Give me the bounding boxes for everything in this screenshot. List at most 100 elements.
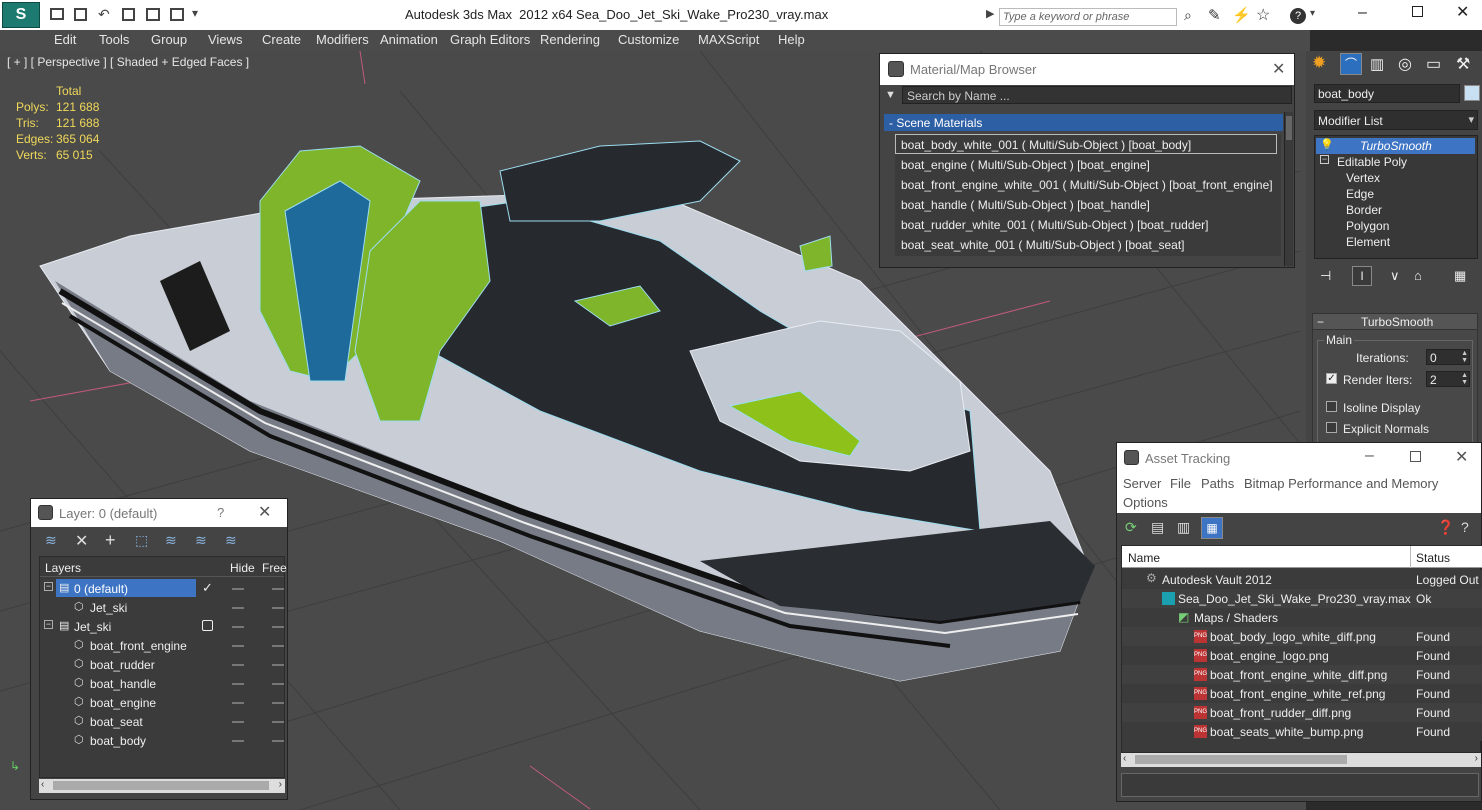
layer-row-jetski[interactable]: − ▤ Jet_ski [40, 617, 284, 636]
hide-toggle[interactable] [232, 645, 244, 647]
close-icon[interactable]: ✕ [1455, 447, 1468, 467]
freeze-toggle[interactable] [272, 664, 284, 666]
maximize-icon[interactable] [1412, 6, 1423, 17]
explicit-normals-checkbox[interactable] [1326, 422, 1337, 433]
stack-subitem-border[interactable]: Border [1316, 202, 1475, 218]
object-color-swatch[interactable] [1464, 85, 1480, 101]
hide-toggle[interactable] [232, 664, 244, 666]
motion-tab-icon[interactable]: ◎ [1398, 54, 1412, 74]
browser-options-icon[interactable]: ▼ [885, 89, 896, 101]
hide-toggle[interactable] [232, 626, 244, 628]
undo-icon[interactable]: ↶ [98, 6, 110, 23]
menu-help[interactable]: Help [778, 32, 805, 47]
freeze-toggle[interactable] [272, 721, 284, 723]
stack-subitem-edge[interactable]: Edge [1316, 186, 1475, 202]
stack-item-editable-poly[interactable]: − Editable Poly [1316, 154, 1475, 170]
close-icon[interactable]: ✕ [1272, 59, 1285, 79]
scroll-right-icon[interactable]: › [279, 779, 282, 790]
table-view-icon[interactable]: ▦ [1201, 517, 1223, 539]
iterations-spinner[interactable]: 0 ▲ ▼ [1426, 349, 1470, 365]
scroll-thumb[interactable] [1135, 755, 1347, 764]
asset-row[interactable]: PNG boat_engine_logo.png Found [1122, 646, 1482, 665]
menu-paths[interactable]: Paths [1201, 476, 1234, 491]
list-view-icon[interactable]: ▤ [1151, 519, 1164, 536]
menu-file[interactable]: File [1170, 476, 1191, 491]
maximize-icon[interactable] [1410, 451, 1421, 462]
asset-row[interactable]: ◩ Maps / Shaders [1122, 608, 1482, 627]
freeze-toggle[interactable] [272, 645, 284, 647]
render-iters-spinner[interactable]: 2 ▲ ▼ [1426, 371, 1470, 387]
highlight-layer-icon[interactable]: ≋ [165, 532, 177, 549]
material-item[interactable]: boat_front_engine_white_001 ( Multi/Sub-… [895, 174, 1277, 194]
material-item[interactable]: boat_rudder_white_001 ( Multi/Sub-Object… [895, 214, 1277, 234]
asset-row[interactable]: PNG boat_front_engine_white_diff.png Fou… [1122, 665, 1482, 684]
remove-modifier-icon[interactable]: ⌂ [1414, 268, 1422, 283]
layer-row-default[interactable]: − ▤ 0 (default) ✓ [40, 579, 284, 598]
menu-animation[interactable]: Animation [380, 32, 438, 47]
add-to-layer-icon[interactable]: + [105, 530, 116, 551]
hide-toggle[interactable] [232, 683, 244, 685]
freeze-all-icon[interactable]: ≋ [225, 532, 237, 549]
modifier-list-dropdown[interactable]: Modifier List ▾ [1314, 110, 1478, 130]
asset-horizontal-scrollbar[interactable]: ‹ › [1121, 753, 1481, 767]
menu-maxscript[interactable]: MAXScript [698, 32, 759, 47]
stack-subitem-polygon[interactable]: Polygon [1316, 218, 1475, 234]
dropdown-arrow-icon[interactable]: ▾ [192, 6, 198, 20]
close-icon[interactable]: ✕ [258, 502, 271, 522]
layer-row-object[interactable]: ⬡ boat_seat [40, 712, 284, 731]
select-objects-icon[interactable]: ⬚ [135, 532, 148, 549]
utilities-tab-icon[interactable]: ⚒ [1456, 54, 1470, 74]
asset-help-icon[interactable]: ? [1461, 519, 1469, 535]
open-icon[interactable] [50, 8, 64, 20]
viewport-label[interactable]: [ + ] [ Perspective ] [ Shaded + Edged F… [7, 55, 249, 69]
material-item[interactable]: boat_engine ( Multi/Sub-Object ) [boat_e… [895, 154, 1277, 174]
isoline-checkbox[interactable] [1326, 401, 1337, 412]
favorites-icon[interactable]: ☆ [1256, 5, 1270, 25]
spinner-arrows-icon[interactable]: ▲ ▼ [1461, 372, 1468, 386]
material-scrollbar[interactable] [1284, 112, 1293, 266]
col-status-header[interactable]: Status [1416, 551, 1450, 565]
current-layer-check-icon[interactable]: ✓ [202, 580, 213, 596]
help-icon[interactable]: ? [1290, 8, 1306, 24]
asset-row[interactable]: PNG boat_front_engine_white_ref.png Foun… [1122, 684, 1482, 703]
freeze-toggle[interactable] [272, 740, 284, 742]
layer-row-object[interactable]: ⬡ boat_engine [40, 693, 284, 712]
layer-horizontal-scrollbar[interactable]: ‹ › [39, 779, 285, 793]
menu-group[interactable]: Group [151, 32, 187, 47]
col-divider[interactable] [1410, 546, 1411, 568]
stack-item-turbosmooth[interactable]: 💡 TurboSmooth [1316, 138, 1475, 154]
new-layer-icon[interactable]: ≋ [45, 532, 57, 549]
scroll-thumb[interactable] [53, 781, 269, 790]
render-iters-checkbox[interactable]: ✓ [1326, 373, 1337, 384]
material-item[interactable]: boat_body_white_001 ( Multi/Sub-Object )… [895, 134, 1277, 154]
menu-create[interactable]: Create [262, 32, 301, 47]
layer-row-object[interactable]: ⬡ Jet_ski [40, 598, 284, 617]
freeze-toggle[interactable] [272, 683, 284, 685]
close-icon[interactable]: ✕ [1456, 2, 1469, 22]
subscription-icon[interactable]: ✎ [1208, 6, 1221, 24]
asset-path-field[interactable] [1121, 773, 1479, 797]
infocenter-search-input[interactable]: Type a keyword or phrase [999, 8, 1177, 26]
hide-all-icon[interactable]: ≋ [195, 532, 207, 549]
asset-row[interactable]: Sea_Doo_Jet_Ski_Wake_Pro230_vray.max Ok [1122, 589, 1482, 608]
menu-views[interactable]: Views [208, 32, 242, 47]
make-current-icon[interactable] [202, 620, 213, 631]
lightbulb-icon[interactable]: 💡 [1320, 138, 1334, 151]
col-freeze-header[interactable]: Free [262, 561, 287, 575]
pin-stack-icon[interactable]: ⊣ [1320, 268, 1331, 284]
stack-subitem-vertex[interactable]: Vertex [1316, 170, 1475, 186]
menu-tools[interactable]: Tools [99, 32, 129, 47]
menu-graph-editors[interactable]: Graph Editors [450, 32, 530, 47]
asset-tracking-titlebar[interactable]: Asset Tracking – ✕ [1117, 443, 1481, 473]
minimize-icon[interactable]: – [1358, 4, 1367, 22]
asset-row[interactable]: ⚙ Autodesk Vault 2012 Logged Out [1122, 570, 1482, 589]
menu-bitmap-performance[interactable]: Bitmap Performance and Memory [1244, 476, 1438, 491]
collapse-icon[interactable]: − [44, 620, 53, 629]
layer-dialog-titlebar[interactable]: Layer: 0 (default) ? ✕ [31, 499, 287, 527]
stack-subitem-element[interactable]: Element [1316, 234, 1475, 250]
freeze-toggle[interactable] [272, 607, 284, 609]
material-item[interactable]: boat_seat_white_001 ( Multi/Sub-Object )… [895, 234, 1277, 254]
material-search-input[interactable]: Search by Name ... [902, 86, 1292, 104]
communication-icon[interactable]: ⚡ [1232, 6, 1251, 24]
display-tab-icon[interactable]: ▭ [1426, 54, 1441, 74]
